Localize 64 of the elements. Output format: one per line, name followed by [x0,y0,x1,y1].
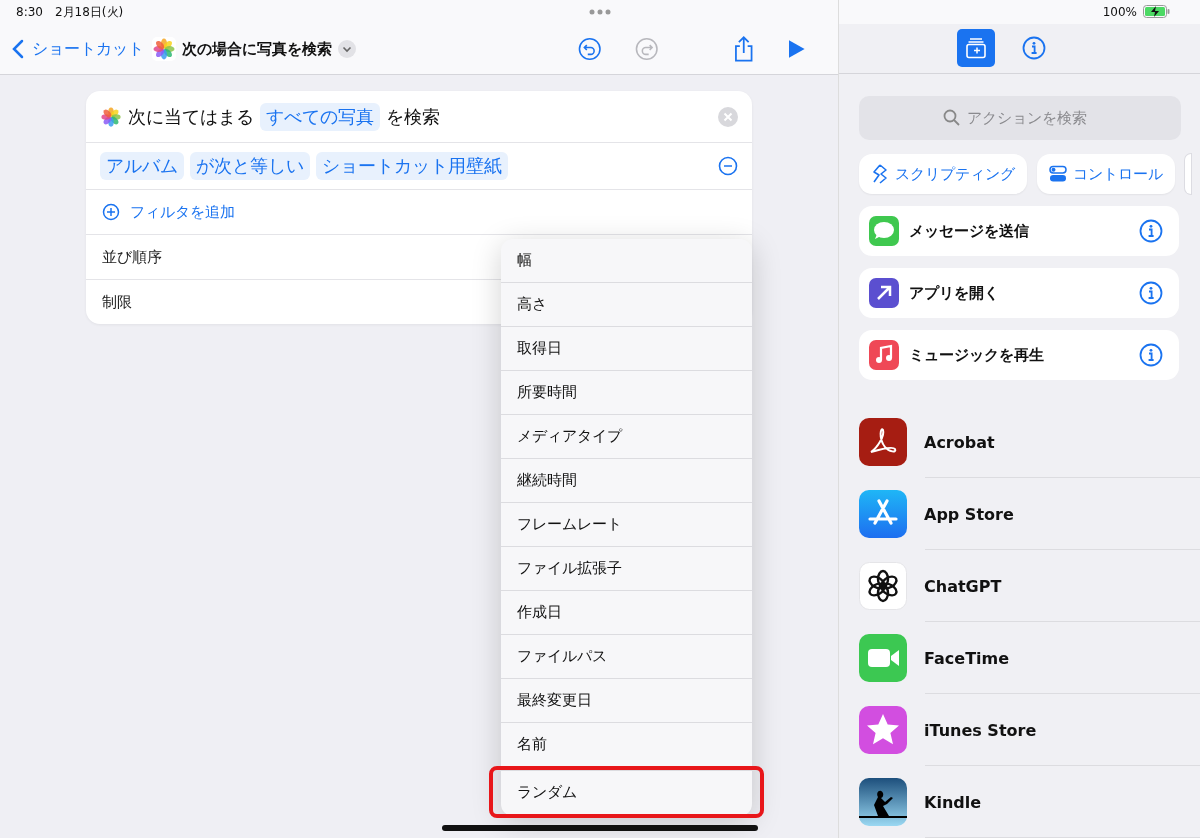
menu-item[interactable]: 所要時間 [501,370,752,414]
app-list-item[interactable]: FaceTime [859,622,1200,694]
knot-logo-icon [859,562,907,610]
filter-token[interactable]: が次と等しい [190,152,310,180]
app-list-item[interactable]: iTunes Store [859,694,1200,766]
menu-item[interactable]: 名前 [501,722,752,766]
category-chip[interactable]: コントロール [1037,154,1175,194]
chevron-down-icon[interactable] [338,40,356,58]
menu-item[interactable]: ファイルパス [501,634,752,678]
plus-circle-icon[interactable] [102,203,120,221]
info-icon[interactable] [1021,36,1046,61]
search-field[interactable]: アクションを検索 [859,96,1181,140]
toggle-icon[interactable] [1049,165,1067,183]
app-list-item[interactable]: Kindle [859,766,1200,838]
filter-token[interactable]: ショートカット用壁紙 [316,152,508,180]
filter-token[interactable]: アルバム [100,152,184,180]
status-time: 8:30 [16,5,43,19]
add-filter-button[interactable]: フィルタを追加 [100,202,237,222]
action-prefix: 次に当てはまる [128,104,254,129]
app-list-item[interactable]: App Store [859,478,1200,550]
photos-app-icon [100,105,122,128]
parameter-label[interactable]: 並び順序 [100,247,162,267]
play-icon[interactable] [788,39,806,59]
battery-charging-icon [1143,5,1170,19]
info-icon[interactable] [1139,343,1163,367]
menu-item[interactable]: 取得日 [501,326,752,370]
status-date: 2月18日(火) [54,3,124,21]
parameter-label[interactable]: 制限 [100,292,132,312]
back-button[interactable]: ショートカット [12,38,144,60]
suggested-action[interactable]: アプリを開く [859,268,1179,318]
video-camera-icon [859,634,907,682]
info-icon[interactable] [1139,281,1163,305]
info-icon[interactable] [1139,219,1163,243]
reading-figure-icon [859,778,907,826]
music-note-icon [869,340,899,370]
more-dots-icon[interactable] [589,9,611,15]
category-chip[interactable]: スクリプティング [859,154,1027,194]
acrobat-app-icon [859,418,907,466]
shortcut-title[interactable]: 次の場合に写真を検索 [182,39,332,59]
speech-bubble-icon [869,216,899,246]
battery-percent: 100% [1102,4,1137,19]
chevron-left-icon[interactable] [12,39,24,59]
share-icon[interactable] [732,35,755,63]
menu-item[interactable]: 幅 [501,239,752,282]
menu-item[interactable]: 最終変更日 [501,678,752,722]
scripting-icon[interactable] [871,164,889,184]
menu-item[interactable]: ファイル拡張子 [501,546,752,590]
suggested-action[interactable]: メッセージを送信 [859,206,1179,256]
action-library-icon[interactable] [963,36,988,61]
undo-icon[interactable] [578,37,602,61]
action-suffix: を検索 [386,104,440,129]
app-list-item[interactable]: ChatGPT [859,550,1200,622]
menu-item[interactable]: フレームレート [501,502,752,546]
remove-icon[interactable] [718,156,738,176]
menu-item[interactable]: メディアタイプ [501,414,752,458]
photos-token[interactable]: すべての写真 [260,102,380,131]
app-store-icon [859,490,907,538]
menu-item[interactable]: 高さ [501,282,752,326]
photos-app-icon [152,37,176,61]
menu-item[interactable]: 作成日 [501,590,752,634]
app-list-item[interactable]: Acrobat [859,406,1200,478]
suggested-action[interactable]: ミュージックを再生 [859,330,1179,380]
menu-item[interactable]: 継続時間 [501,458,752,502]
action-library-tab[interactable] [956,29,995,68]
